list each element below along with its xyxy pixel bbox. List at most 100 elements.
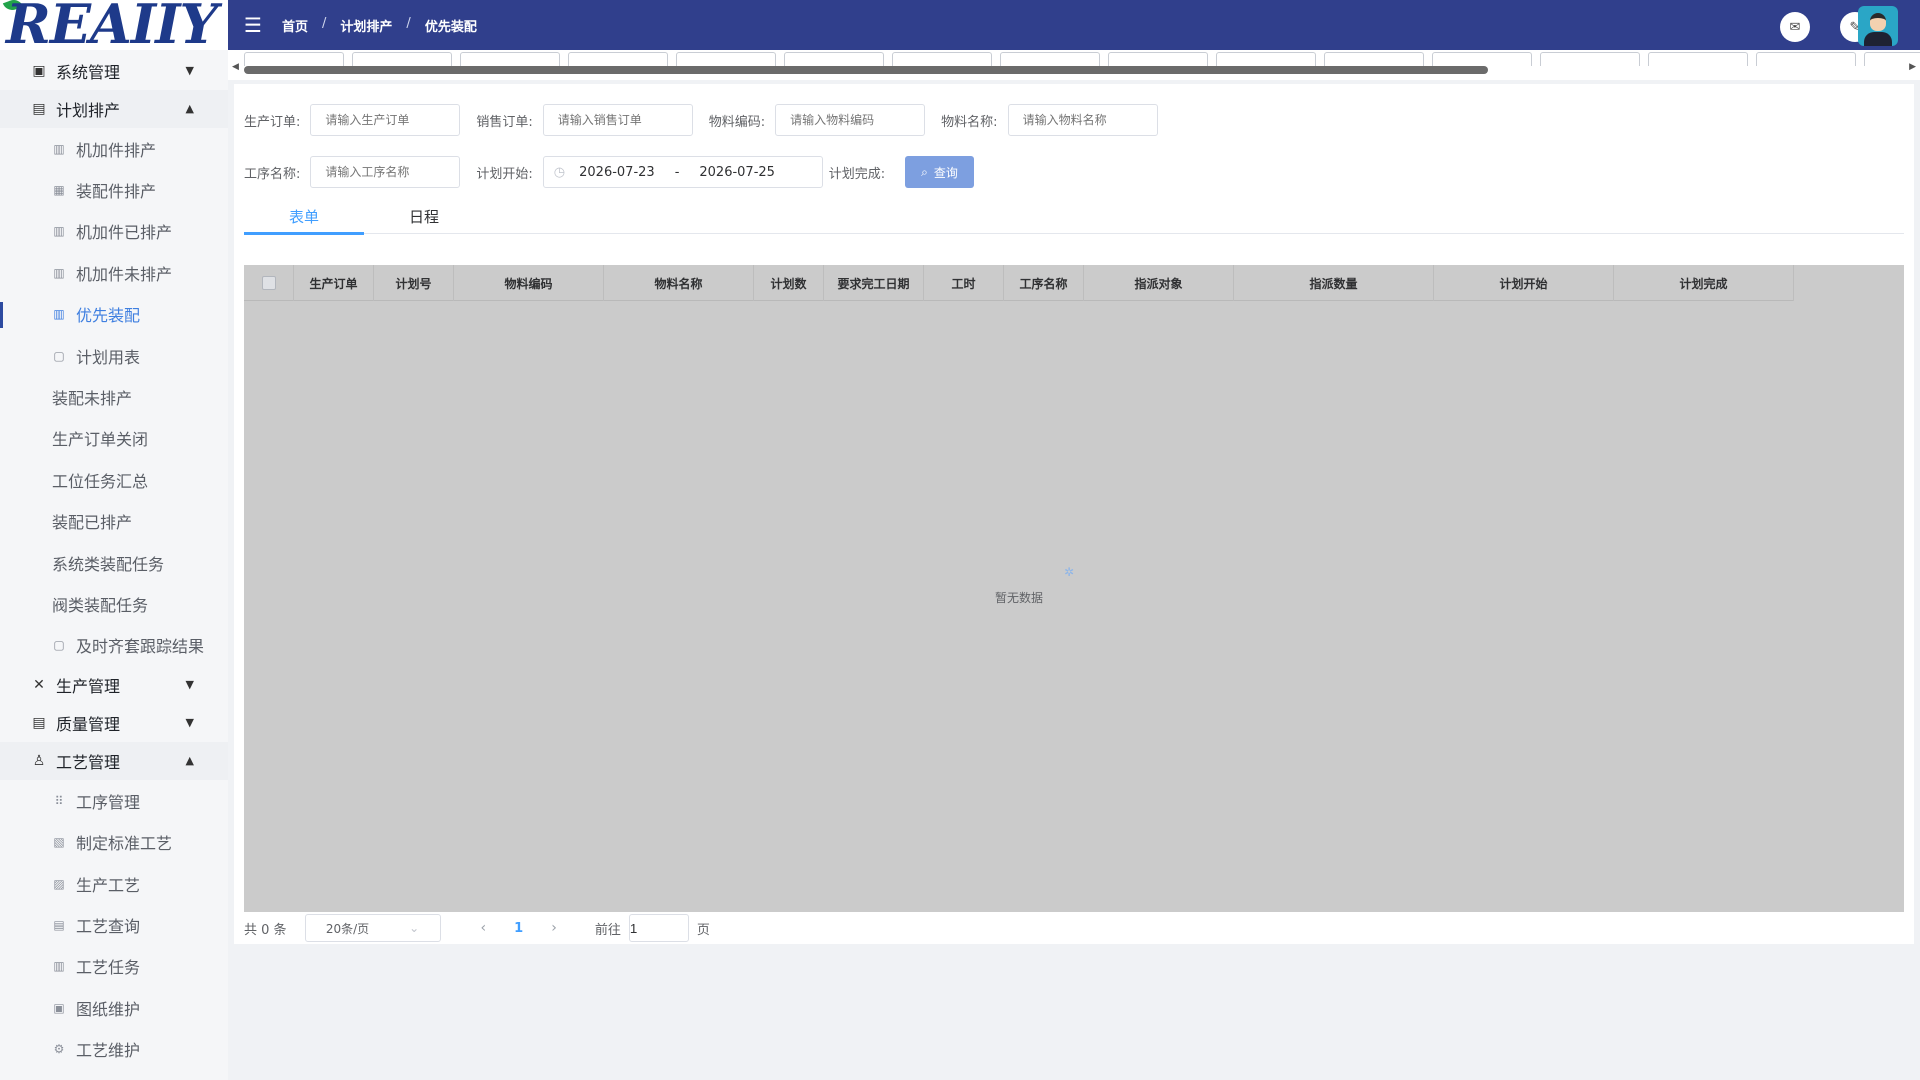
tag[interactable] bbox=[1324, 52, 1424, 66]
avatar-head bbox=[1870, 13, 1886, 31]
sidebar-item-assembly-unscheduled[interactable]: 装配未排产 bbox=[0, 376, 228, 417]
tab-form[interactable]: 表单 bbox=[244, 206, 364, 227]
hamburger-menu-icon[interactable]: ☰ bbox=[244, 15, 264, 35]
sidebar-item-system-assembly[interactable]: 系统类装配任务 bbox=[0, 542, 228, 583]
tab-active-indicator bbox=[244, 232, 364, 235]
sidebar: REAIIY ▣ 系统管理 ▼ ▤ 计划排产 ▲ ▥ 机加件排产 ▦ 装配件排产 ▥… bbox=[0, 0, 228, 1080]
total-count: 共 0 条 bbox=[244, 922, 287, 938]
sidebar-item-assembly-scheduled[interactable]: 装配已排产 bbox=[0, 501, 228, 542]
sidebar-item-process-query[interactable]: ▤ 工艺查询 bbox=[0, 904, 228, 945]
chevron-down-icon: ⌄ bbox=[409, 921, 420, 935]
menu-group-quality[interactable]: ▤ 质量管理 ▼ bbox=[0, 704, 228, 742]
tag[interactable] bbox=[1648, 52, 1748, 66]
caret-down-icon: ▼ bbox=[185, 677, 194, 691]
avatar[interactable] bbox=[1858, 6, 1898, 46]
sidebar-item-machining-scheduled[interactable]: ▥ 机加件已排产 bbox=[0, 211, 228, 252]
sidebar-item-label: 装配件排产 bbox=[76, 182, 157, 202]
menu-group-production[interactable]: ✕ 生产管理 ▼ bbox=[0, 666, 228, 704]
tag[interactable] bbox=[892, 52, 992, 66]
sales-order-input[interactable] bbox=[542, 104, 693, 136]
date-separator: - bbox=[674, 164, 680, 180]
col-prod-order[interactable]: 生产订单 bbox=[294, 265, 374, 301]
tag[interactable] bbox=[460, 52, 560, 66]
col-material-code[interactable]: 物料编码 bbox=[454, 265, 604, 301]
sidebar-item-machining-unscheduled[interactable]: ▥ 机加件未排产 bbox=[0, 252, 228, 293]
plan-start-date-range[interactable]: ◷ 2026-07-23 - 2026-07-25 bbox=[542, 156, 823, 188]
page-size-value: 20条/页 bbox=[325, 921, 370, 936]
sidebar-item-process-mgmt[interactable]: ⠿ 工序管理 bbox=[0, 780, 228, 821]
tag[interactable] bbox=[676, 52, 776, 66]
menu-group-planning[interactable]: ▤ 计划排产 ▲ bbox=[0, 90, 228, 128]
tag[interactable] bbox=[1000, 52, 1100, 66]
col-assignee[interactable]: 指派对象 bbox=[1084, 265, 1234, 301]
process-name-input[interactable] bbox=[310, 156, 461, 188]
menu-group-label: 工艺管理 bbox=[56, 753, 121, 773]
tag[interactable] bbox=[1108, 52, 1208, 66]
tab-schedule[interactable]: 日程 bbox=[364, 206, 484, 227]
plan-finish-label: 计划完成: bbox=[828, 166, 886, 182]
menu-group-system[interactable]: ▣ 系统管理 ▼ bbox=[0, 52, 228, 90]
date-to: 2026-07-25 bbox=[699, 164, 775, 180]
sidebar-item-production-process[interactable]: ▨ 生产工艺 bbox=[0, 863, 228, 904]
material-name-input[interactable] bbox=[1007, 104, 1158, 136]
scroll-left-icon[interactable]: ◀ bbox=[232, 62, 239, 72]
mail-icon[interactable]: ✉ bbox=[1780, 12, 1810, 42]
tag[interactable] bbox=[244, 52, 344, 66]
tag[interactable] bbox=[1540, 52, 1640, 66]
table-header: 生产订单 计划号 物料编码 物料名称 计划数 要求完工日期 工时 工序名称 指派… bbox=[244, 265, 1794, 301]
col-due-date[interactable]: 要求完工日期 bbox=[824, 265, 924, 301]
col-hours[interactable]: 工时 bbox=[924, 265, 1004, 301]
sidebar-item-kitting-tracking[interactable]: ▢ 及时齐套跟踪结果 bbox=[0, 625, 228, 666]
tag[interactable] bbox=[784, 52, 884, 66]
material-code-input[interactable] bbox=[775, 104, 926, 136]
sidebar-item-process-task[interactable]: ▥ 工艺任务 bbox=[0, 946, 228, 987]
menu-group-process[interactable]: ♙ 工艺管理 ▲ bbox=[0, 742, 228, 781]
tag[interactable] bbox=[1216, 52, 1316, 66]
tag[interactable] bbox=[568, 52, 668, 66]
horizontal-scrollbar[interactable] bbox=[244, 66, 1488, 74]
tag[interactable] bbox=[352, 52, 452, 66]
sidebar-item-valve-assembly[interactable]: 阀类装配任务 bbox=[0, 583, 228, 624]
flask-icon: ♙ bbox=[32, 753, 46, 770]
monitor-icon: ▣ bbox=[53, 1000, 65, 1015]
search-button[interactable]: ⌕ 查询 bbox=[905, 156, 974, 188]
page-size-select[interactable]: 20条/页 ⌄ bbox=[304, 914, 441, 942]
sidebar-item-priority-assembly[interactable]: ▥ 优先装配 bbox=[0, 294, 228, 335]
col-material-name[interactable]: 物料名称 bbox=[604, 265, 754, 301]
col-plan-finish[interactable]: 计划完成 bbox=[1614, 265, 1794, 301]
breadcrumb-separator: / bbox=[406, 15, 411, 31]
sidebar-item-label: 图纸维护 bbox=[76, 999, 141, 1019]
sidebar-item-station-summary[interactable]: 工位任务汇总 bbox=[0, 459, 228, 500]
breadcrumb-planning[interactable]: 计划排产 bbox=[340, 16, 392, 35]
col-plan-start[interactable]: 计划开始 bbox=[1434, 265, 1614, 301]
sidebar-item-assembly-schedule[interactable]: ▦ 装配件排产 bbox=[0, 169, 228, 210]
scroll-right-icon[interactable]: ▶ bbox=[1909, 62, 1916, 72]
next-page-icon[interactable]: › bbox=[551, 920, 557, 936]
sidebar-item-order-close[interactable]: 生产订单关闭 bbox=[0, 418, 228, 459]
goto-page-input[interactable] bbox=[628, 914, 689, 942]
tag[interactable] bbox=[1432, 52, 1532, 66]
sidebar-item-plan-table[interactable]: ▢ 计划用表 bbox=[0, 335, 228, 376]
sidebar-item-drawing-maintenance[interactable]: ▣ 图纸维护 bbox=[0, 987, 228, 1028]
sidebar-item-label: 计划用表 bbox=[76, 347, 141, 367]
sidebar-item-standard-process[interactable]: ▧ 制定标准工艺 bbox=[0, 821, 228, 862]
material-code-label: 物料编码: bbox=[708, 114, 766, 130]
col-plan-no[interactable]: 计划号 bbox=[374, 265, 454, 301]
loading-spinner-icon: ✲ bbox=[1063, 565, 1075, 579]
logo-text: REAIIY bbox=[6, 0, 218, 50]
col-plan-qty[interactable]: 计划数 bbox=[754, 265, 824, 301]
sidebar-item-label: 机加件已排产 bbox=[76, 223, 173, 243]
col-process-name[interactable]: 工序名称 bbox=[1004, 265, 1084, 301]
prev-page-icon[interactable]: ‹ bbox=[481, 920, 487, 936]
calendar-icon: ▦ bbox=[53, 183, 65, 198]
col-assign-qty[interactable]: 指派数量 bbox=[1234, 265, 1434, 301]
sidebar-item-process-maintenance[interactable]: ⚙ 工艺维护 bbox=[0, 1028, 228, 1069]
select-all-checkbox[interactable] bbox=[261, 276, 276, 290]
sidebar-item-machining-schedule[interactable]: ▥ 机加件排产 bbox=[0, 128, 228, 169]
doc-icon: ▥ bbox=[53, 141, 65, 156]
prod-order-input[interactable] bbox=[310, 104, 461, 136]
page-number-current[interactable]: 1 bbox=[514, 921, 523, 936]
filter-row-2: 工序名称: 计划开始: ◷ 2026-07-23 - 2026-07-25 计划… bbox=[244, 156, 974, 188]
breadcrumb-home[interactable]: 首页 bbox=[282, 16, 308, 35]
tag[interactable] bbox=[1756, 52, 1856, 66]
